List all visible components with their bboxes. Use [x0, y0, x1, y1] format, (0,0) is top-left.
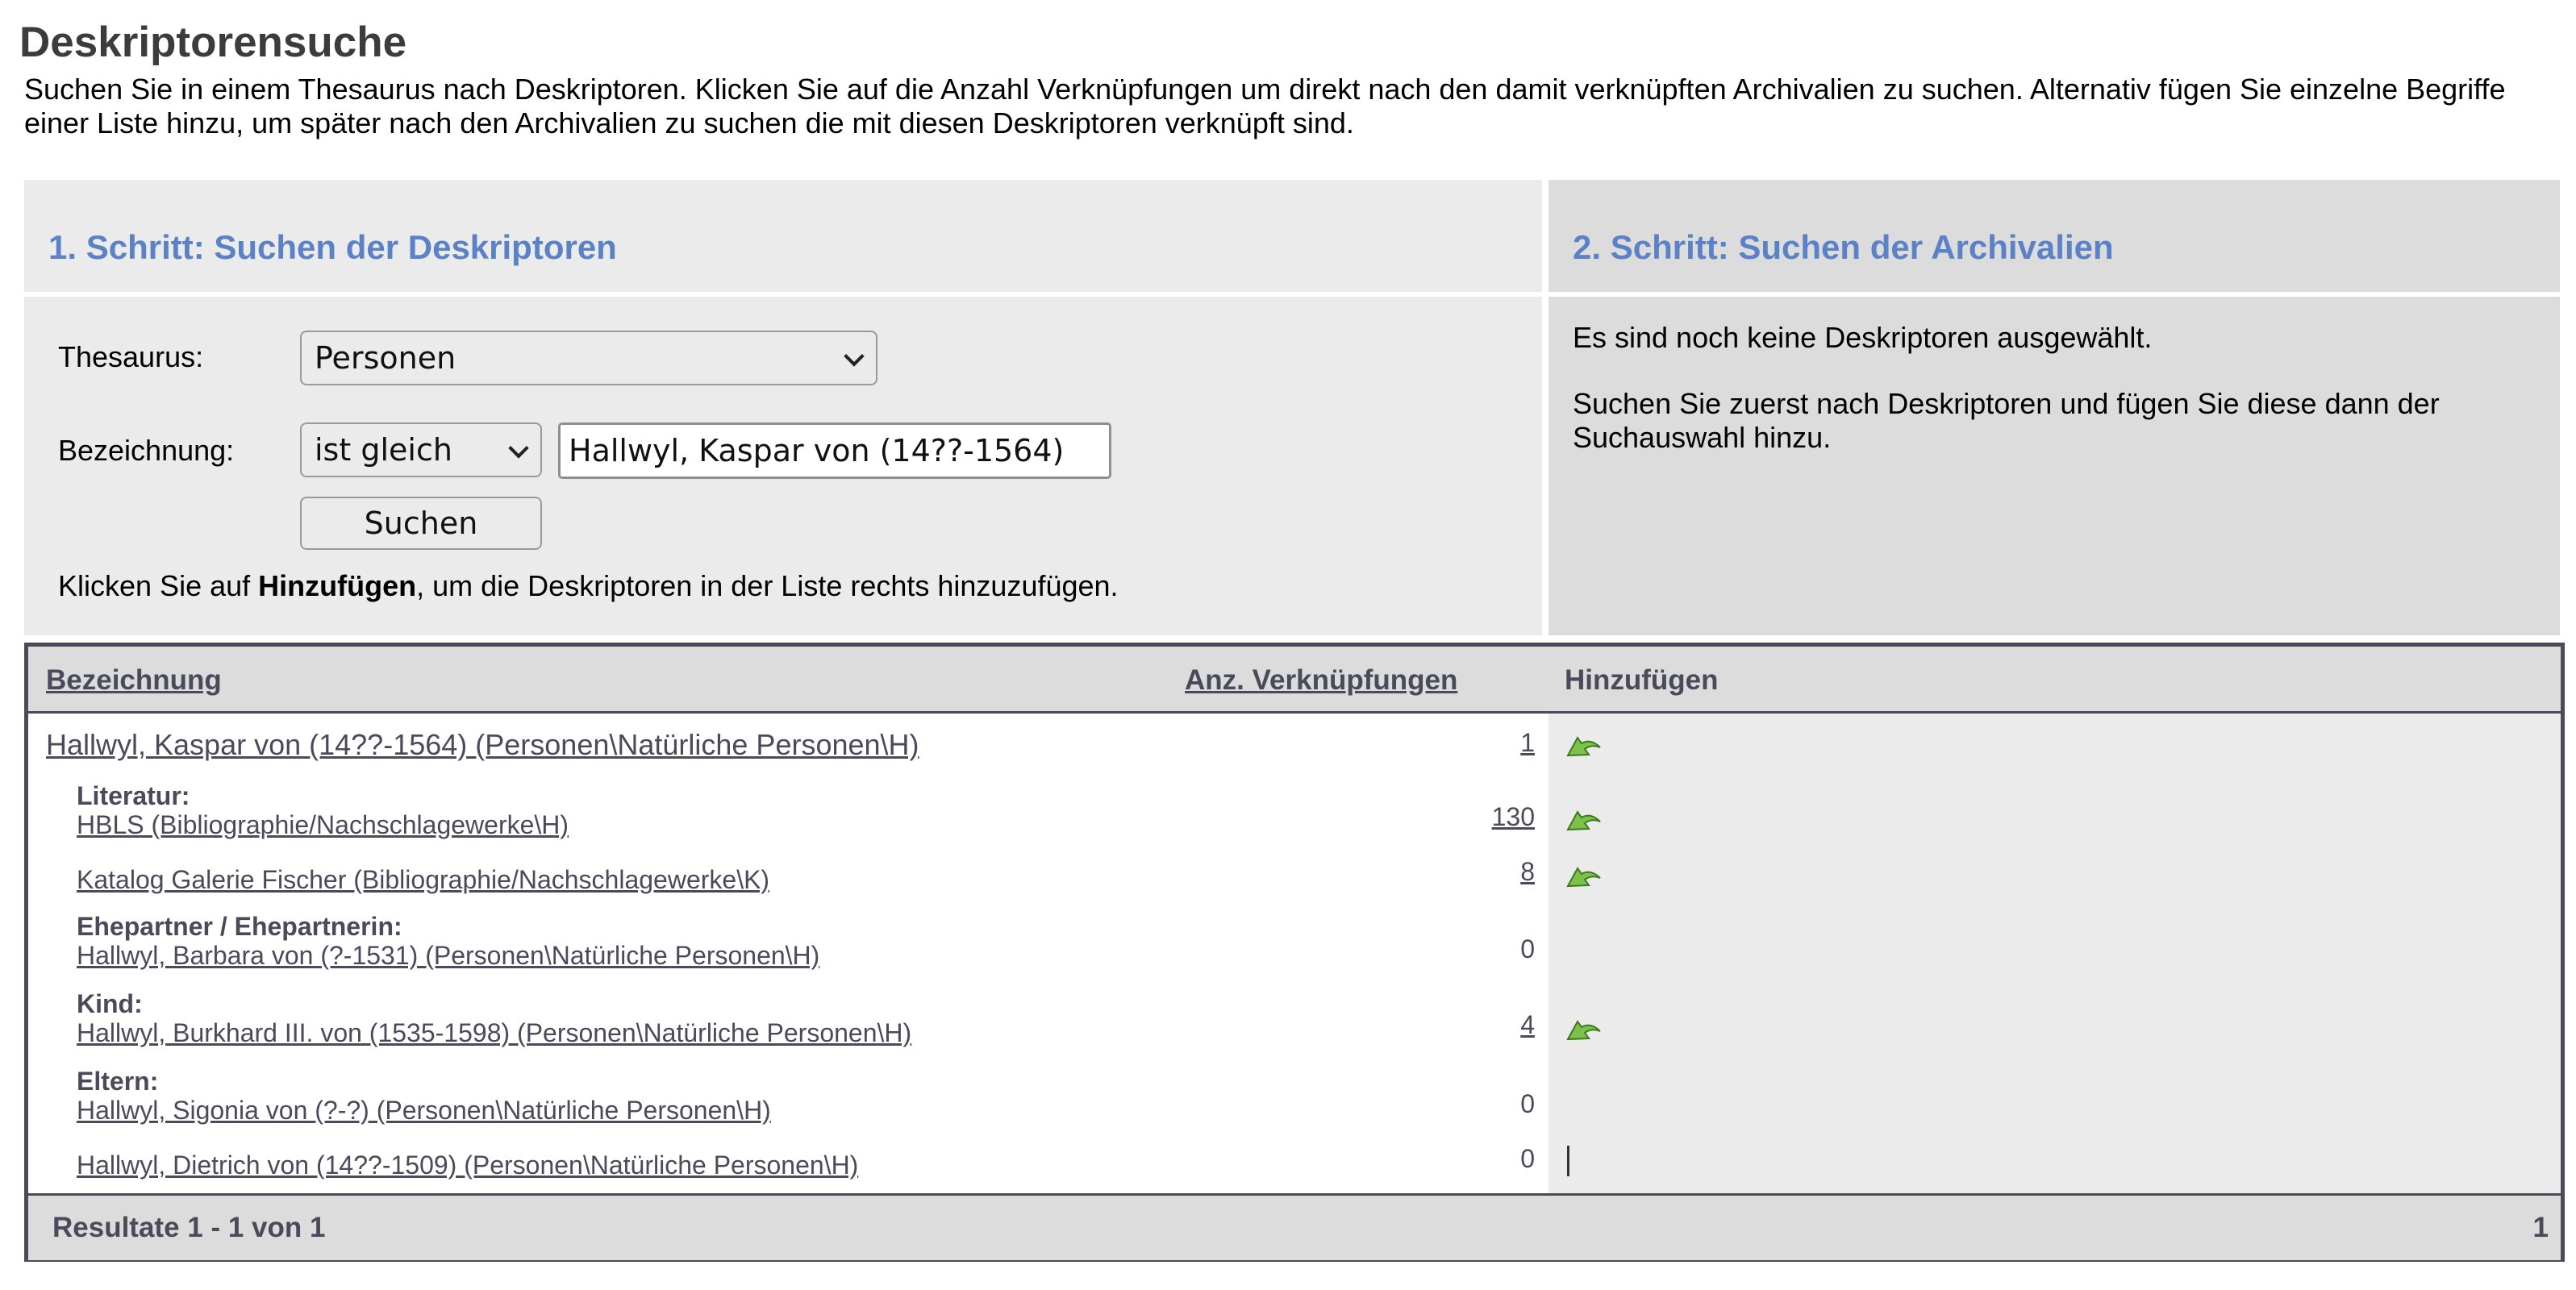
add-hint: Klicken Sie auf Hinzufügen, um die Deskr… — [58, 569, 1119, 603]
relation-label: Eltern: — [77, 1067, 159, 1096]
column-header-add: Hinzufügen — [1565, 664, 1719, 696]
link-count[interactable]: 130 — [1492, 802, 1535, 832]
descriptor-link[interactable]: Hallwyl, Sigonia von (?-?) (Personen\Nat… — [77, 1096, 771, 1126]
step2-header: 2. Schritt: Suchen der Archivalien — [1549, 180, 2560, 292]
selection-hint: Suchen Sie zuerst nach Deskriptoren und … — [1573, 387, 2440, 454]
search-button[interactable]: Suchen — [300, 497, 542, 550]
relation-label: Ehepartner / Ehepartnerin: — [77, 912, 402, 941]
chevron-down-icon — [508, 438, 529, 459]
link-count: 0 — [1520, 1144, 1535, 1173]
column-header-count[interactable]: Anz. Verknüpfungen — [1185, 664, 1457, 697]
descriptor-link[interactable]: Katalog Galerie Fischer (Bibliographie/N… — [77, 865, 769, 895]
text-cursor — [1567, 1146, 1569, 1176]
relation-label: Kind: — [77, 989, 143, 1018]
add-hint-prefix: Klicken Sie auf — [58, 569, 259, 602]
thesaurus-select[interactable]: Personen — [300, 331, 877, 385]
link-count[interactable]: 8 — [1520, 857, 1535, 887]
table-row: Eltern: Hallwyl, Sigonia von (?-?) (Pers… — [28, 1055, 2561, 1133]
thesaurus-select-value: Personen — [315, 340, 456, 376]
descriptor-link[interactable]: Hallwyl, Burkhard III. von (1535-1598) (… — [77, 1018, 911, 1048]
step2-title: 2. Schritt: Suchen der Archivalien — [1573, 228, 2114, 266]
page-number[interactable]: 1 — [2533, 1212, 2549, 1244]
operator-select-value: ist gleich — [315, 432, 452, 468]
table-row: Katalog Galerie Fischer (Bibliographie/N… — [28, 843, 2561, 901]
link-count[interactable]: 1 — [1520, 728, 1535, 758]
no-selection-message: Es sind noch keine Deskriptoren ausgewäh… — [1573, 321, 2153, 354]
table-row: Kind: Hallwyl, Burkhard III. von (1535-1… — [28, 978, 2561, 1055]
add-arrow-icon[interactable] — [1565, 1013, 1603, 1046]
descriptor-link[interactable]: Hallwyl, Kaspar von (14??-1564) (Persone… — [46, 728, 919, 762]
descriptor-link[interactable]: Hallwyl, Dietrich von (14??-1509) (Perso… — [77, 1151, 858, 1180]
table-header: Bezeichnung Anz. Verknüpfungen Hinzufüge… — [28, 647, 2561, 714]
link-count: 0 — [1520, 1089, 1535, 1118]
chevron-down-icon — [844, 346, 865, 367]
thesaurus-label: Thesaurus: — [58, 340, 204, 373]
operator-select[interactable]: ist gleich — [300, 422, 542, 477]
table-row: Literatur: HBLS (Bibliographie/Nachschla… — [28, 776, 2561, 843]
search-input-value: Hallwyl, Kaspar von (14??-1564) — [569, 433, 1065, 468]
search-form: Thesaurus: Personen Bezeichnung: ist gle… — [24, 297, 1542, 635]
add-arrow-icon[interactable] — [1565, 804, 1603, 836]
table-row: Hallwyl, Dietrich von (14??-1509) (Perso… — [28, 1133, 2561, 1193]
add-hint-bold: Hinzufügen — [258, 569, 417, 602]
table-row: Ehepartner / Ehepartnerin: Hallwyl, Barb… — [28, 901, 2561, 978]
search-input[interactable]: Hallwyl, Kaspar von (14??-1564) — [558, 422, 1111, 479]
page-title: Deskriptorensuche — [19, 19, 407, 66]
intro-text: Suchen Sie in einem Thesaurus nach Deskr… — [24, 73, 2506, 139]
relation-label: Literatur: — [77, 781, 190, 810]
add-arrow-icon[interactable] — [1565, 730, 1603, 762]
bezeichnung-label: Bezeichnung: — [58, 434, 235, 467]
add-hint-suffix: , um die Deskriptoren in der Liste recht… — [416, 569, 1119, 602]
column-header-bezeichnung[interactable]: Bezeichnung — [46, 664, 222, 697]
link-count[interactable]: 4 — [1520, 1010, 1535, 1040]
descriptor-link[interactable]: Hallwyl, Barbara von (?-1531) (Personen\… — [77, 941, 819, 971]
result-count: Resultate 1 - 1 von 1 — [52, 1212, 326, 1243]
table-row: Hallwyl, Kaspar von (14??-1564) (Persone… — [28, 714, 2561, 776]
step1-header: 1. Schritt: Suchen der Deskriptoren — [24, 180, 1542, 292]
link-count: 0 — [1520, 934, 1535, 963]
add-arrow-icon[interactable] — [1565, 860, 1603, 893]
selection-panel: Es sind noch keine Deskriptoren ausgewäh… — [1549, 297, 2560, 635]
results-table: Bezeichnung Anz. Verknüpfungen Hinzufüge… — [24, 643, 2565, 1262]
table-footer: Resultate 1 - 1 von 1 1 — [28, 1193, 2561, 1260]
step1-title: 1. Schritt: Suchen der Deskriptoren — [48, 228, 617, 266]
descriptor-link[interactable]: HBLS (Bibliographie/Nachschlagewerke\H) — [77, 810, 569, 840]
